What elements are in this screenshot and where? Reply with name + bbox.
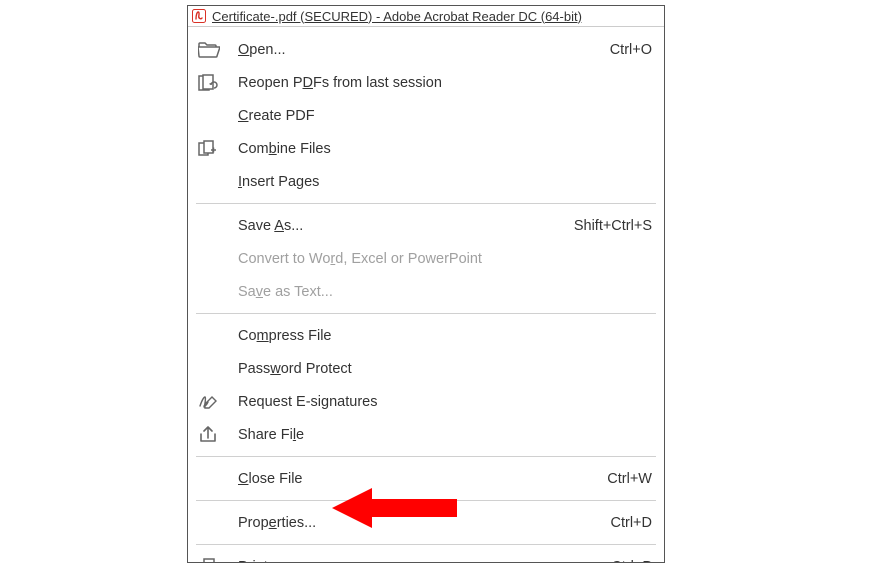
menu-close-file[interactable]: Close File Ctrl+W <box>188 462 664 495</box>
menu-convert: Convert to Word, Excel or PowerPoint <box>188 242 664 275</box>
menu-reopen[interactable]: Reopen PDFs from last session <box>188 66 664 99</box>
menu-create-pdf[interactable]: Create PDF <box>188 99 664 132</box>
menu-password-protect-label: Password Protect <box>238 361 642 377</box>
menu-save-as-text: Save as Text... <box>188 275 664 308</box>
share-icon <box>198 426 238 444</box>
menu-print-label: Print... <box>238 559 601 563</box>
menu-create-pdf-label: Create PDF <box>238 108 642 124</box>
combine-files-icon <box>198 139 238 159</box>
menu-print-shortcut: Ctrl+P <box>601 559 652 563</box>
menu-properties-shortcut: Ctrl+D <box>601 515 653 531</box>
file-menu: Open... Ctrl+O Reopen PDFs from last ses… <box>188 27 664 562</box>
menu-share-file-label: Share File <box>238 427 642 443</box>
menu-request-esignatures-label: Request E-signatures <box>238 394 642 410</box>
menu-insert-pages-label: Insert Pages <box>238 174 642 190</box>
menu-separator <box>196 313 656 314</box>
menu-save-as-text-label: Save as Text... <box>238 284 642 300</box>
menu-insert-pages[interactable]: Insert Pages <box>188 165 664 198</box>
folder-open-icon <box>198 41 238 59</box>
menu-save-as[interactable]: Save As... Shift+Ctrl+S <box>188 209 664 242</box>
menu-request-esignatures[interactable]: Request E-signatures <box>188 385 664 418</box>
menu-open-label: Open... <box>238 42 600 58</box>
menu-separator <box>196 544 656 545</box>
menu-save-as-label: Save As... <box>238 218 564 234</box>
menu-properties[interactable]: Properties... Ctrl+D <box>188 506 664 539</box>
menu-close-file-shortcut: Ctrl+W <box>597 471 652 487</box>
menu-separator <box>196 456 656 457</box>
reopen-icon <box>198 74 238 92</box>
menu-separator <box>196 203 656 204</box>
signature-icon <box>198 393 238 411</box>
menu-close-file-label: Close File <box>238 471 597 487</box>
menu-properties-label: Properties... <box>238 515 601 531</box>
menu-print[interactable]: Print... Ctrl+P <box>188 550 664 562</box>
print-icon <box>198 558 238 563</box>
menu-open-shortcut: Ctrl+O <box>600 42 652 58</box>
window-title: Certificate-.pdf (SECURED) - Adobe Acrob… <box>212 9 582 24</box>
menu-compress-file[interactable]: Compress File <box>188 319 664 352</box>
file-menu-window: Certificate-.pdf (SECURED) - Adobe Acrob… <box>187 5 665 563</box>
acrobat-logo-icon <box>192 9 206 23</box>
menu-compress-file-label: Compress File <box>238 328 642 344</box>
menu-separator <box>196 500 656 501</box>
menu-share-file[interactable]: Share File <box>188 418 664 451</box>
menu-save-as-shortcut: Shift+Ctrl+S <box>564 218 652 234</box>
menu-reopen-label: Reopen PDFs from last session <box>238 75 642 91</box>
menu-password-protect[interactable]: Password Protect <box>188 352 664 385</box>
window-titlebar: Certificate-.pdf (SECURED) - Adobe Acrob… <box>188 6 664 27</box>
menu-combine-files[interactable]: Combine Files <box>188 132 664 165</box>
menu-convert-label: Convert to Word, Excel or PowerPoint <box>238 251 642 267</box>
menu-open[interactable]: Open... Ctrl+O <box>188 33 664 66</box>
menu-combine-files-label: Combine Files <box>238 141 642 157</box>
